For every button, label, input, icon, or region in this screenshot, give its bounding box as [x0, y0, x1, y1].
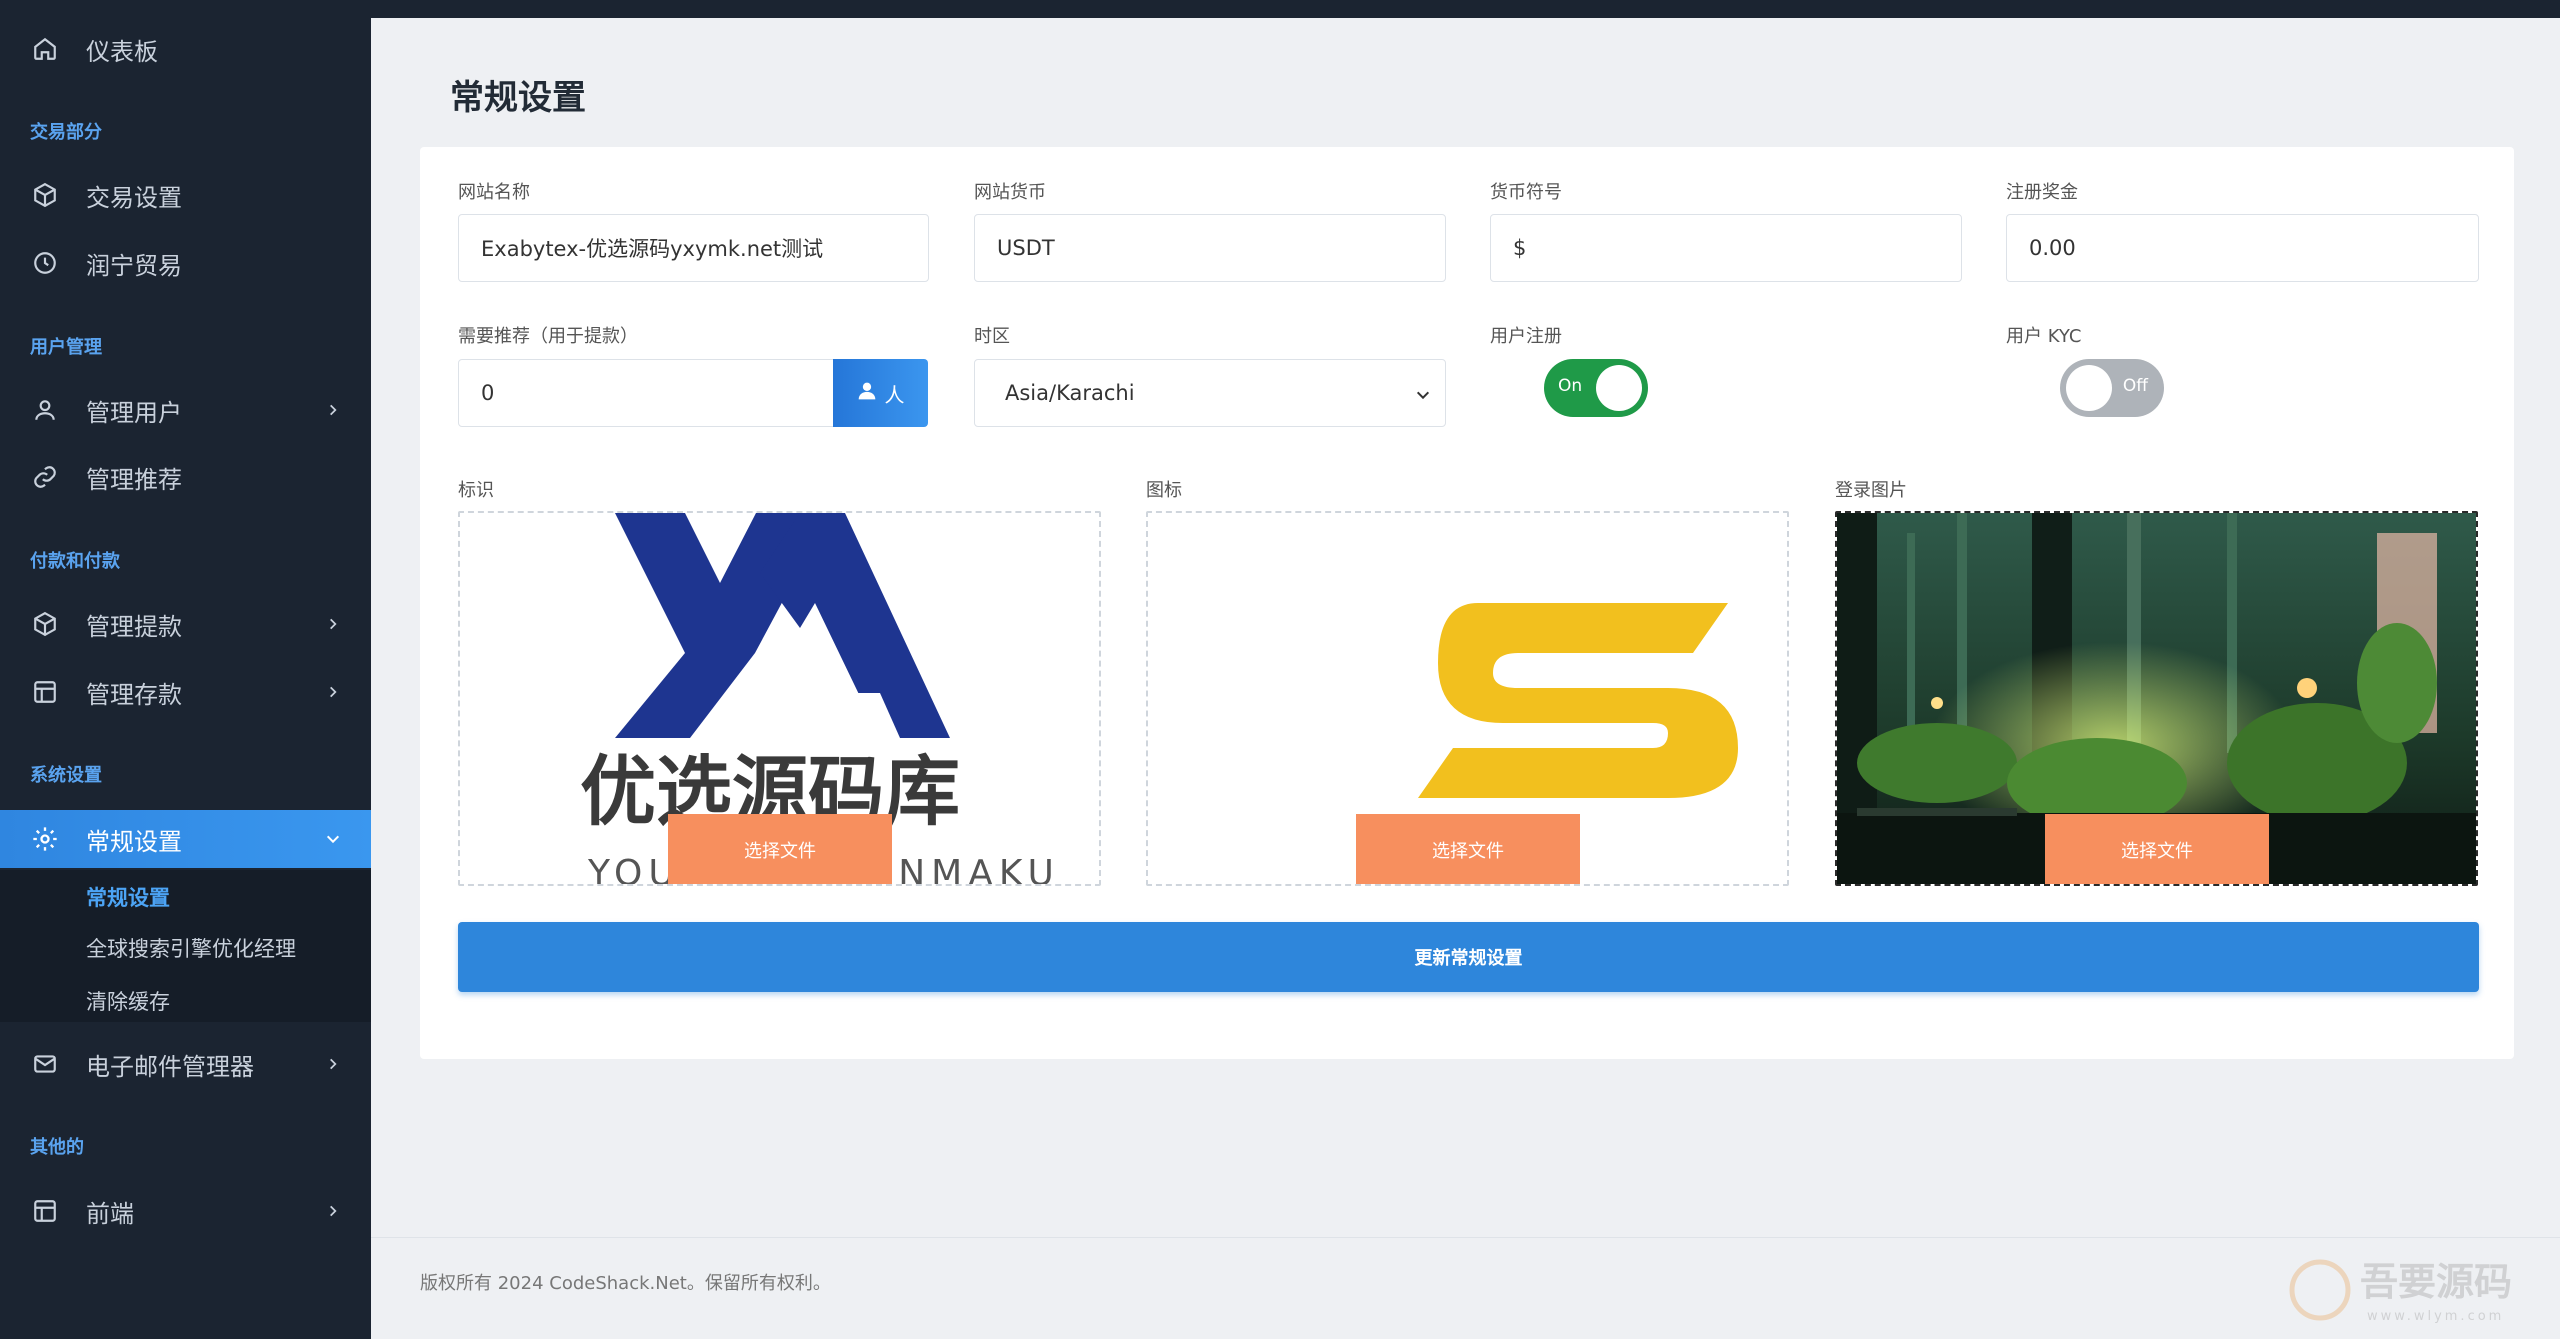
sidebar-item-label: 润宁贸易 [86, 251, 182, 280]
submenu-item-seo[interactable]: 全球搜索引擎优化经理 [86, 933, 296, 963]
user-icon [30, 395, 60, 425]
sidebar-item-label: 仪表板 [86, 37, 158, 66]
section-label-payments: 付款和付款 [30, 551, 120, 572]
sidebar-item-general-settings[interactable]: 常规设置 [0, 810, 371, 868]
toggle-state-label: Off [2122, 376, 2148, 396]
submenu-item-general[interactable]: 常规设置 [86, 882, 170, 912]
register-bonus-input[interactable]: 0.00 [2006, 214, 2479, 282]
chevron-right-icon [323, 682, 343, 702]
user-icon [857, 381, 877, 406]
sidebar-item-runing-trade[interactable]: 润宁贸易 [0, 234, 371, 292]
timezone-value: Asia/Karachi [1005, 381, 1135, 405]
mail-icon [30, 1049, 60, 1079]
site-currency-input[interactable]: USDT [974, 214, 1446, 282]
referral-unit-label: 人 [884, 382, 905, 407]
sidebar-item-label: 管理用户 [86, 398, 182, 427]
section-label-other: 其他的 [30, 1137, 84, 1158]
chevron-down-icon [323, 829, 343, 849]
section-label-trade: 交易部分 [30, 122, 102, 143]
home-icon [30, 34, 60, 64]
sidebar-item-label: 管理推荐 [86, 465, 182, 494]
svg-text:吾要源码: 吾要源码 [2360, 1259, 2512, 1304]
update-general-settings-button[interactable]: 更新常规设置 [458, 922, 2479, 992]
footer-copyright: 版权所有 2024 CodeShack.Net。保留所有权利。 [420, 1273, 831, 1294]
sidebar: 仪表板 交易部分 交易设置 润宁贸易 用户管理 管理用户 管理推荐 付款和付款 [0, 0, 371, 1339]
logo-dropzone[interactable]: 优选源码库 YOUXUANYUANMAKU 选择文件 [458, 511, 1101, 886]
section-label-users: 用户管理 [30, 337, 102, 358]
currency-symbol-label: 货币符号 [1490, 182, 1562, 203]
user-kyc-label: 用户 KYC [2006, 326, 2082, 347]
gear-icon [30, 824, 60, 854]
link-icon [30, 462, 60, 492]
svg-text:www.wlym.com: www.wlym.com [2367, 1309, 2504, 1324]
submenu-item-clear-cache[interactable]: 清除缓存 [86, 986, 170, 1016]
toggle-state-label: On [1558, 376, 1583, 396]
favicon-dropzone[interactable]: 选择文件 [1146, 511, 1789, 886]
user-registration-label: 用户注册 [1490, 326, 1562, 347]
login-image-dropzone[interactable]: 选择文件 [1835, 511, 2478, 886]
user-kyc-toggle[interactable]: Off [2060, 359, 2164, 417]
section-label-system: 系统设置 [30, 765, 102, 786]
referral-needed-input[interactable]: 0 [458, 359, 838, 427]
chevron-down-icon [1415, 384, 1431, 408]
user-registration-toggle[interactable]: On [1544, 359, 1648, 417]
referral-unit-addon: 人 [833, 359, 928, 427]
sidebar-item-label: 管理存款 [86, 680, 182, 709]
sidebar-submenu: 常规设置 全球搜索引擎优化经理 清除缓存 [0, 870, 371, 1022]
table-icon [30, 677, 60, 707]
site-name-label: 网站名称 [458, 182, 530, 203]
chevron-right-icon [323, 1201, 343, 1221]
currency-symbol-input[interactable]: $ [1490, 214, 1962, 282]
site-name-input[interactable]: Exabytex-优选源码yxymk.net测试 [458, 214, 929, 282]
timezone-select[interactable]: Asia/Karachi [974, 359, 1446, 427]
chevron-right-icon [323, 1054, 343, 1074]
cube-icon [30, 180, 60, 210]
sidebar-item-manage-deposits[interactable]: 管理存款 [0, 663, 371, 721]
clock-icon [30, 248, 60, 278]
sidebar-item-label: 前端 [86, 1199, 134, 1228]
sidebar-item-label: 常规设置 [86, 827, 182, 856]
sidebar-item-label: 电子邮件管理器 [86, 1052, 254, 1081]
sidebar-item-label: 管理提款 [86, 612, 182, 641]
site-currency-label: 网站货币 [974, 182, 1046, 203]
favicon-choose-file-button[interactable]: 选择文件 [1356, 814, 1580, 884]
chevron-right-icon [323, 400, 343, 420]
top-bar [371, 0, 2560, 18]
toggle-knob [2066, 365, 2112, 411]
toggle-knob [1596, 365, 1642, 411]
register-bonus-label: 注册奖金 [2006, 182, 2078, 203]
sidebar-item-trade-settings[interactable]: 交易设置 [0, 166, 371, 224]
login-image-label: 登录图片 [1835, 480, 1907, 501]
timezone-label: 时区 [974, 326, 1010, 347]
sidebar-item-manage-users[interactable]: 管理用户 [0, 381, 371, 439]
page-title: 常规设置 [450, 78, 586, 118]
sidebar-item-frontend[interactable]: 前端 [0, 1182, 371, 1240]
chevron-right-icon [323, 614, 343, 634]
referral-needed-label: 需要推荐（用于提款） [458, 326, 638, 347]
watermark-logo: 吾要源码 www.wlym.com [2285, 1250, 2545, 1330]
sidebar-item-dashboard[interactable]: 仪表板 [0, 20, 371, 78]
cube-icon [30, 609, 60, 639]
layout-icon [30, 1196, 60, 1226]
sidebar-item-manage-withdrawals[interactable]: 管理提款 [0, 595, 371, 653]
footer-divider [371, 1237, 2560, 1238]
logo-choose-file-button[interactable]: 选择文件 [668, 814, 892, 884]
logo-label: 标识 [458, 480, 494, 501]
sidebar-item-email-manager[interactable]: 电子邮件管理器 [0, 1035, 371, 1093]
favicon-label: 图标 [1146, 480, 1182, 501]
sidebar-item-manage-referrals[interactable]: 管理推荐 [0, 448, 371, 506]
login-image-choose-file-button[interactable]: 选择文件 [2045, 814, 2269, 884]
sidebar-item-label: 交易设置 [86, 183, 182, 212]
